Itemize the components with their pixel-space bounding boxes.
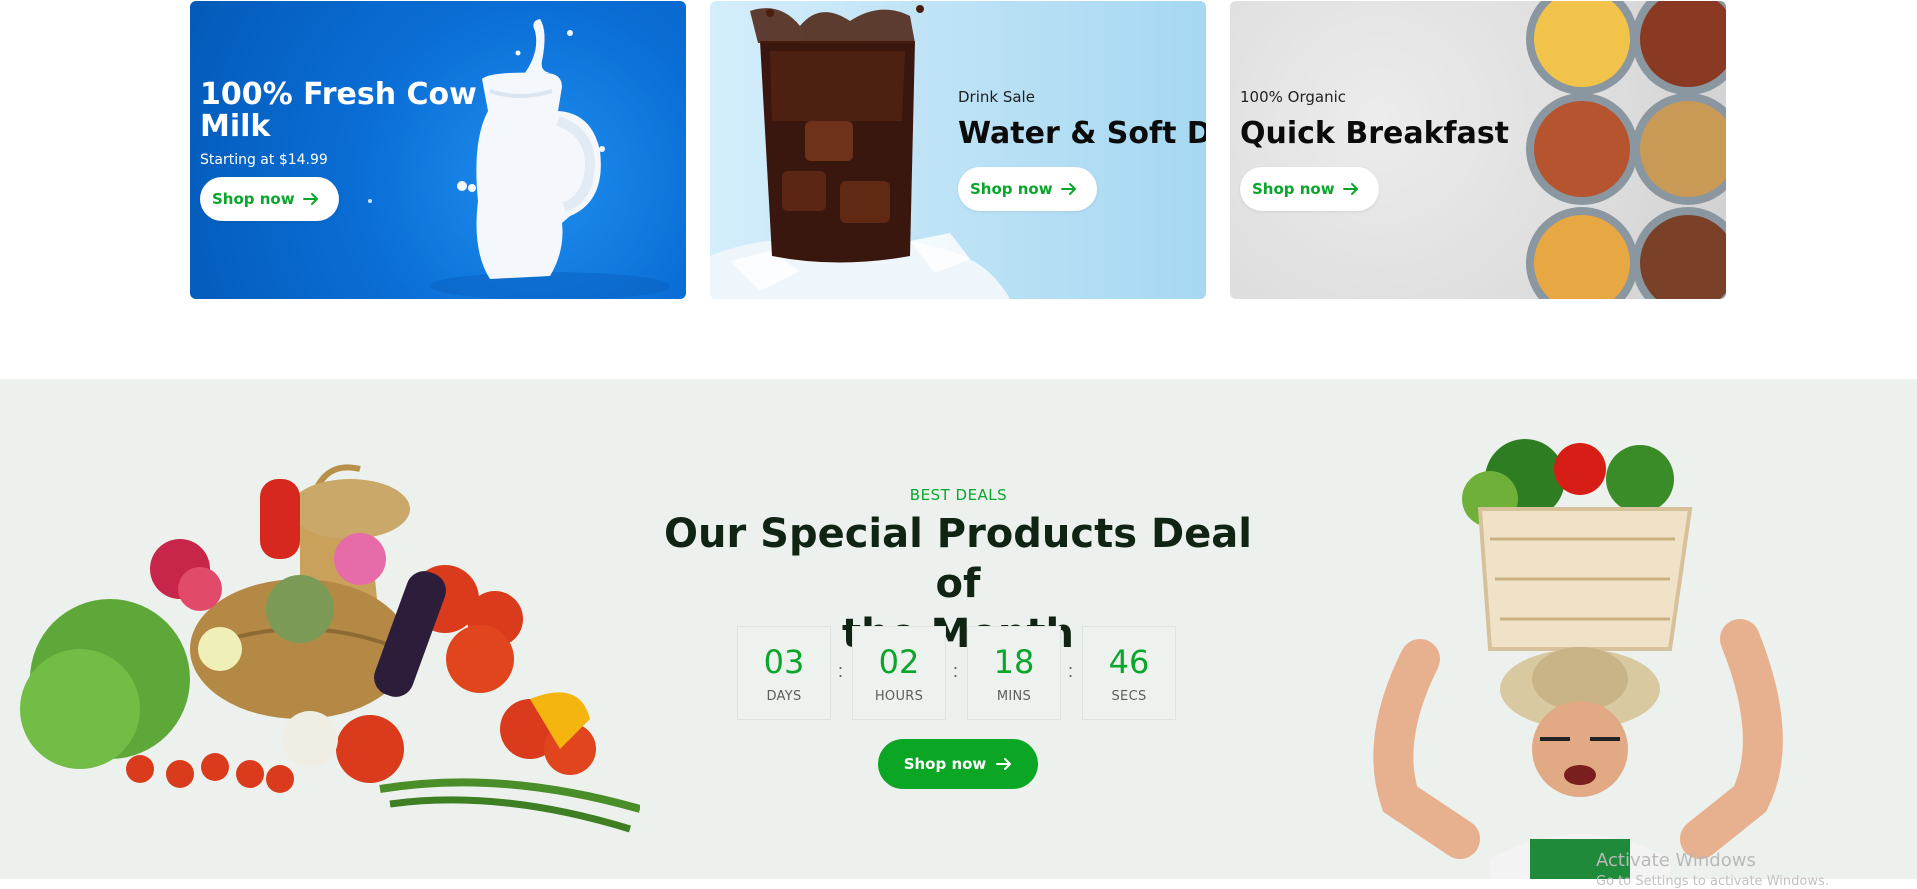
- countdown-label: SECS: [1111, 689, 1147, 704]
- countdown-days: 03 DAYS: [737, 626, 831, 720]
- vegetables-basket-image: [20, 464, 640, 833]
- banner-title: Quick Breakfast: [1240, 116, 1510, 151]
- banner-drink-sale[interactable]: Drink Sale Water & Soft Dr Shop now: [710, 1, 1206, 299]
- countdown-hours: 02 HOURS: [852, 626, 946, 720]
- banner-title: Water & Soft Dr: [958, 116, 1206, 151]
- countdown-secs: 46 SECS: [1082, 626, 1176, 720]
- farmer-with-basket-image: [1373, 439, 1783, 879]
- countdown-separator: :: [953, 661, 959, 681]
- banner-subtitle: Drink Sale: [958, 88, 1035, 106]
- banner-title-line2: Milk: [200, 109, 271, 144]
- countdown-label: HOURS: [874, 689, 924, 704]
- countdown-value: 03: [763, 643, 805, 681]
- countdown-value: 18: [993, 643, 1035, 681]
- banner-subtitle: 100% Organic: [1240, 88, 1346, 106]
- shop-now-button[interactable]: Shop now: [958, 167, 1097, 211]
- banner-fresh-milk[interactable]: 100% Fresh Cow Milk Starting at $14.99 S…: [190, 1, 686, 299]
- countdown-label: DAYS: [766, 689, 802, 704]
- deal-of-month-section: BEST DEALS Our Special Products Deal of …: [0, 379, 1917, 879]
- activate-windows-watermark: Activate Windows: [1596, 850, 1756, 871]
- deal-eyebrow: BEST DEALS: [909, 486, 1008, 504]
- countdown-value: 02: [878, 643, 920, 681]
- countdown-separator: :: [1068, 661, 1074, 681]
- banner-title: 100% Fresh Cow: [200, 77, 477, 112]
- button-label: Shop now: [970, 180, 1053, 198]
- arrow-right-icon: [1342, 183, 1358, 195]
- banner-price: Starting at $14.99: [200, 152, 328, 168]
- deal-title-line1: Our Special Products Deal of: [664, 511, 1252, 607]
- activate-windows-subtext: Go to Settings to activate Windows.: [1596, 874, 1829, 889]
- countdown-mins: 18 MINS: [967, 626, 1061, 720]
- button-label: Shop now: [1252, 180, 1335, 198]
- deal-shop-now-button[interactable]: Shop now: [878, 739, 1038, 789]
- arrow-right-icon: [1060, 183, 1076, 195]
- button-label: Shop now: [212, 190, 295, 208]
- button-label: Shop now: [903, 755, 987, 773]
- arrow-right-icon: [302, 193, 318, 205]
- milk-jug-image: [338, 19, 670, 299]
- banner-quick-breakfast[interactable]: 100% Organic Quick Breakfast Shop now: [1230, 1, 1726, 299]
- countdown-label: MINS: [996, 689, 1032, 704]
- arrow-right-icon: [996, 758, 1012, 770]
- countdown-separator: :: [838, 661, 844, 681]
- shop-now-button[interactable]: Shop now: [1240, 167, 1379, 211]
- shop-now-button[interactable]: Shop now: [200, 177, 339, 221]
- countdown-value: 46: [1108, 643, 1150, 681]
